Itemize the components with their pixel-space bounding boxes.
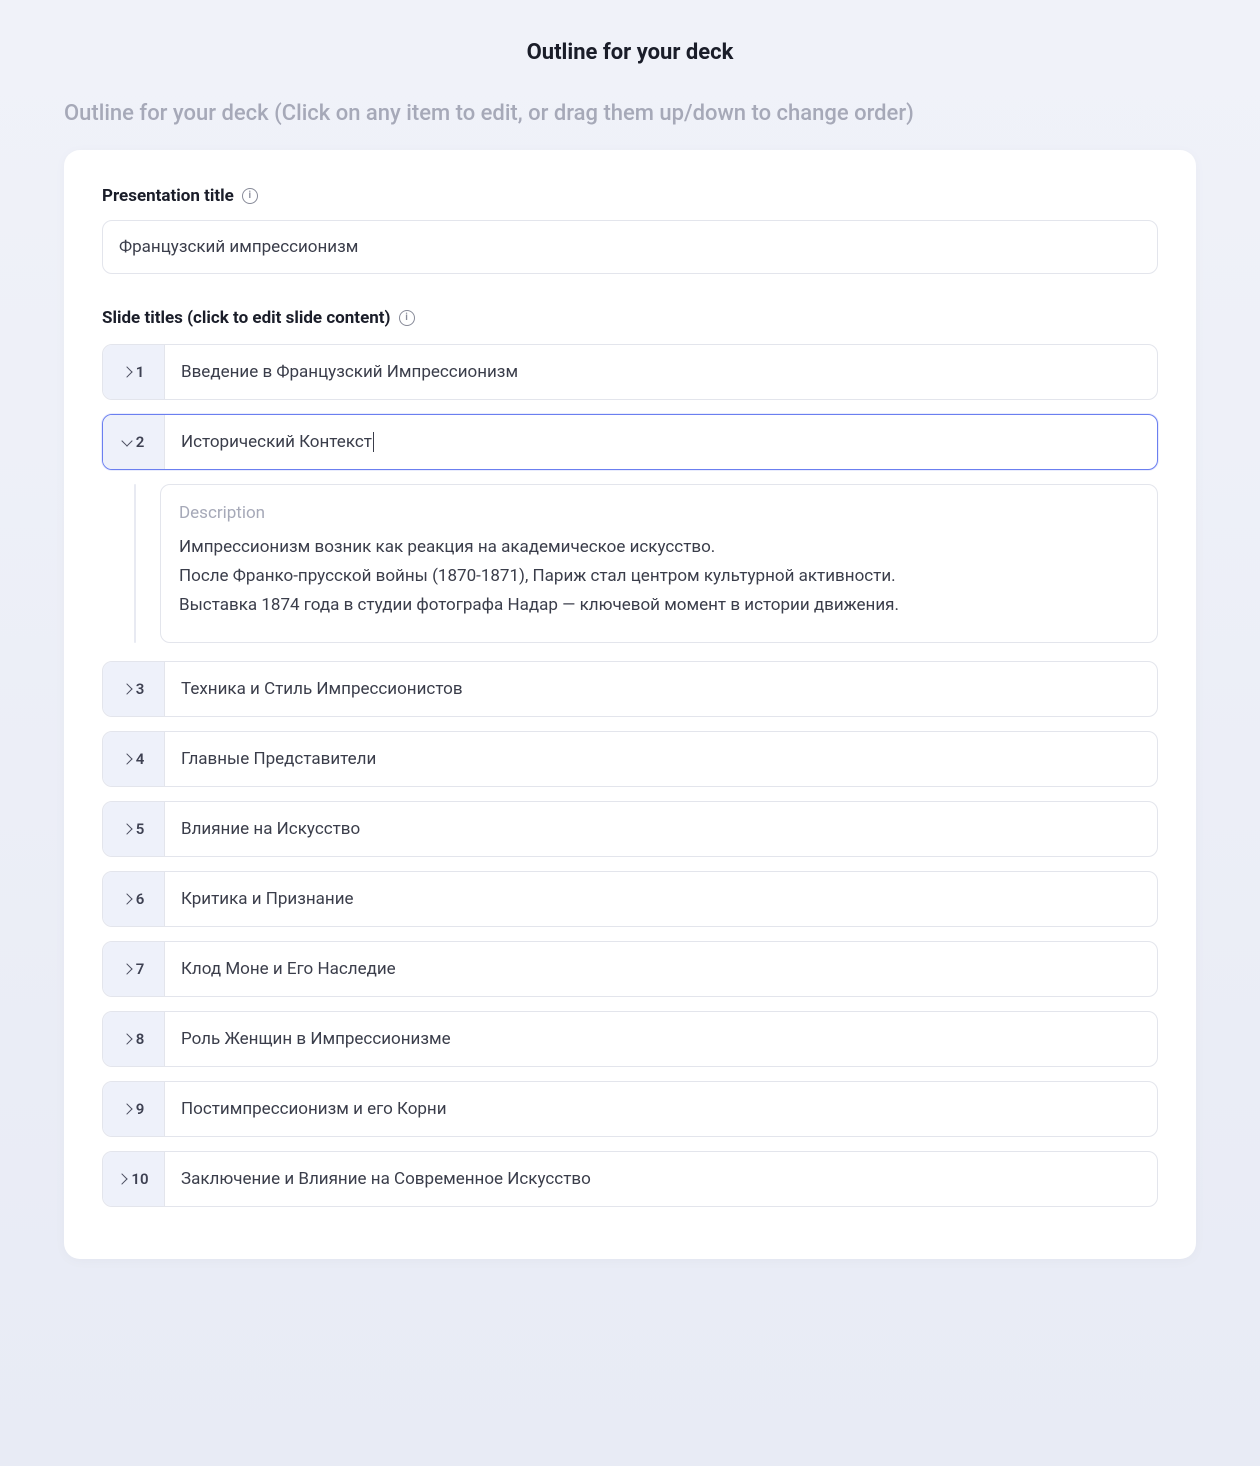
slide-number: 1 <box>136 363 145 381</box>
slide-number: 7 <box>136 960 145 978</box>
slide-number: 5 <box>136 820 145 838</box>
slide-number-toggle[interactable]: 10 <box>103 1152 165 1206</box>
slide-number: 4 <box>136 750 145 768</box>
slide-row[interactable]: 4 Главные Представители <box>102 731 1158 787</box>
chevron-right-icon <box>121 823 132 834</box>
slide-title-input[interactable]: Постимпрессионизм и его Корни <box>165 1082 1157 1136</box>
slide-number-toggle[interactable]: 6 <box>103 872 165 926</box>
slide-title-input[interactable]: Введение в Французский Импрессионизм <box>165 345 1157 399</box>
slide-titles-label: Slide titles (click to edit slide conten… <box>102 308 391 328</box>
chevron-right-icon <box>121 1103 132 1114</box>
slide-number: 10 <box>131 1170 148 1188</box>
slide-row[interactable]: 2 Исторический Контекст <box>102 414 1158 470</box>
chevron-right-icon <box>121 893 132 904</box>
page-subtitle: Outline for your deck (Click on any item… <box>64 101 1196 126</box>
text-cursor <box>373 432 374 452</box>
slide-title-input[interactable]: Исторический Контекст <box>165 415 1157 469</box>
slide-number-toggle[interactable]: 1 <box>103 345 165 399</box>
slide-row[interactable]: 6 Критика и Признание <box>102 871 1158 927</box>
slide-description-wrap: Description Импрессионизм возник как реак… <box>134 484 1158 643</box>
chevron-right-icon <box>121 683 132 694</box>
slide-row[interactable]: 3 Техника и Стиль Импрессионистов <box>102 661 1158 717</box>
info-icon[interactable]: i <box>399 310 415 326</box>
slide-row[interactable]: 7 Клод Моне и Его Наследие <box>102 941 1158 997</box>
slide-number: 9 <box>136 1100 145 1118</box>
page-title: Outline for your deck <box>64 40 1196 65</box>
chevron-down-icon <box>121 435 132 446</box>
chevron-right-icon <box>121 1033 132 1044</box>
slide-title-input[interactable]: Техника и Стиль Импрессионистов <box>165 662 1157 716</box>
slide-row[interactable]: 1 Введение в Французский Импрессионизм <box>102 344 1158 400</box>
slide-row[interactable]: 5 Влияние на Искусство <box>102 801 1158 857</box>
slide-title-input[interactable]: Влияние на Искусство <box>165 802 1157 856</box>
slide-title-input[interactable]: Главные Представители <box>165 732 1157 786</box>
tree-line <box>134 484 136 643</box>
chevron-right-icon <box>121 366 132 377</box>
outline-card: Presentation title i Slide titles (click… <box>64 150 1196 1259</box>
slide-number: 8 <box>136 1030 145 1048</box>
slide-title-input[interactable]: Заключение и Влияние на Современное Иску… <box>165 1152 1157 1206</box>
slide-title-input[interactable]: Клод Моне и Его Наследие <box>165 942 1157 996</box>
slide-number-toggle[interactable]: 7 <box>103 942 165 996</box>
slide-number-toggle[interactable]: 3 <box>103 662 165 716</box>
slide-number: 6 <box>136 890 145 908</box>
chevron-right-icon <box>121 963 132 974</box>
slide-number: 3 <box>136 680 145 698</box>
description-text[interactable]: Импрессионизм возник как реакция на акад… <box>179 533 1139 620</box>
slide-number-toggle[interactable]: 5 <box>103 802 165 856</box>
chevron-right-icon <box>117 1173 128 1184</box>
slide-number-toggle[interactable]: 2 <box>103 415 165 469</box>
slide-number-toggle[interactable]: 8 <box>103 1012 165 1066</box>
slide-row[interactable]: 9 Постимпрессионизм и его Корни <box>102 1081 1158 1137</box>
slide-number-toggle[interactable]: 9 <box>103 1082 165 1136</box>
slide-title-input[interactable]: Роль Женщин в Импрессионизме <box>165 1012 1157 1066</box>
description-label: Description <box>179 503 1139 523</box>
slide-title-input[interactable]: Критика и Признание <box>165 872 1157 926</box>
slide-row[interactable]: 8 Роль Женщин в Импрессионизме <box>102 1011 1158 1067</box>
slide-number-toggle[interactable]: 4 <box>103 732 165 786</box>
chevron-right-icon <box>121 753 132 764</box>
info-icon[interactable]: i <box>242 188 258 204</box>
slide-row[interactable]: 10 Заключение и Влияние на Современное Ис… <box>102 1151 1158 1207</box>
presentation-title-label: Presentation title <box>102 186 234 206</box>
slide-number: 2 <box>136 433 145 451</box>
presentation-title-input[interactable] <box>102 220 1158 274</box>
slide-description-box[interactable]: Description Импрессионизм возник как реак… <box>160 484 1158 643</box>
